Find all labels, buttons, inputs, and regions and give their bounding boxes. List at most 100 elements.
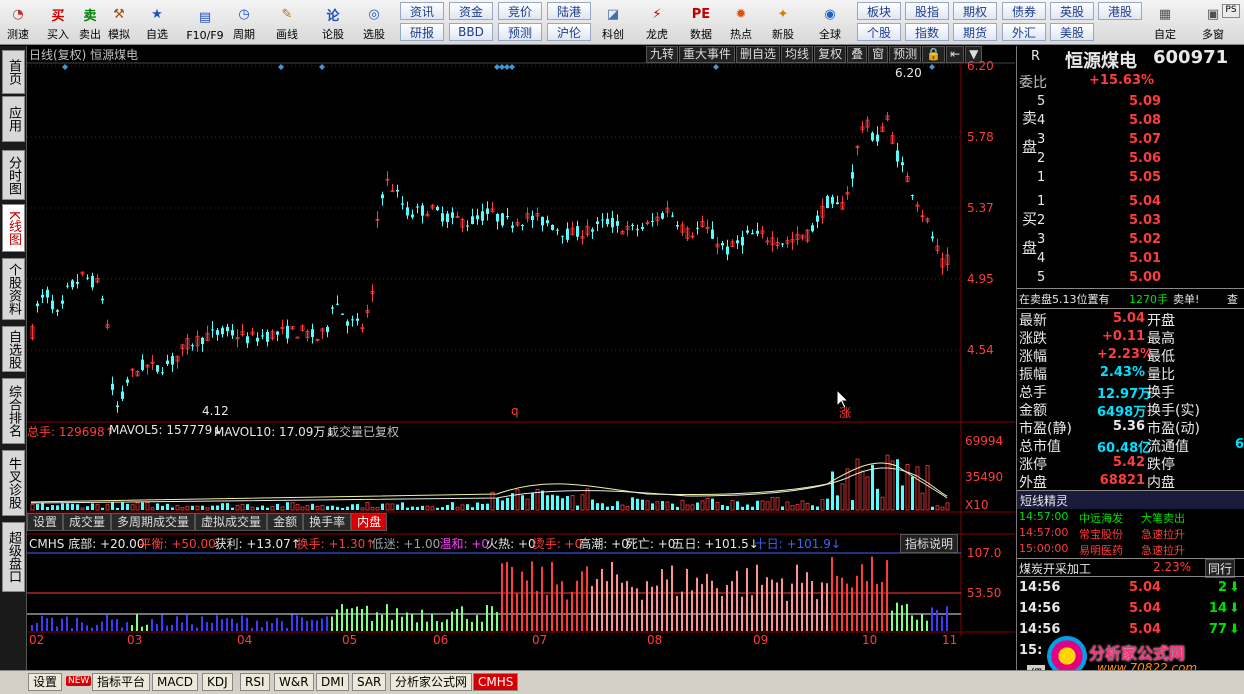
ind-bar-155 bbox=[806, 572, 808, 631]
toolbar-button-16[interactable]: ▦ 自定 bbox=[1150, 2, 1180, 42]
sidebar-tab-1[interactable]: 应用 bbox=[2, 96, 25, 142]
menu-9[interactable]: 港股 bbox=[1098, 2, 1142, 20]
r-badge: R bbox=[1031, 49, 1041, 64]
vol-bar-106 bbox=[561, 498, 564, 510]
chart-tool-6[interactable]: 窗 bbox=[868, 46, 889, 63]
bottom-tab-6[interactable]: DMI bbox=[316, 673, 350, 691]
stat-value-8: 5.42 bbox=[1112, 455, 1145, 470]
bottom-tab-2[interactable]: MACD bbox=[152, 673, 198, 691]
toolbar-button-7[interactable]: ✎ 画线 bbox=[272, 2, 302, 42]
menu2-5[interactable]: 指数 bbox=[905, 23, 949, 41]
ind-bar-77 bbox=[416, 622, 418, 631]
toolbar-button-3[interactable]: ⚒ 模拟 bbox=[104, 2, 134, 42]
toolbar-button-11[interactable]: ⚡ 龙虎 bbox=[642, 2, 672, 42]
quote-panel: R 恒源煤电 600971 委比 +15.63% 卖盘 买盘 5 5.09 4 5.08 3 5.07 2… bbox=[1016, 46, 1244, 682]
ask-level-1: 4 bbox=[1037, 113, 1046, 128]
vol-tab-1[interactable]: 成交量 bbox=[63, 513, 112, 531]
vol-tick-1: 35490 bbox=[965, 470, 1004, 484]
bottom-tab-4[interactable]: RSI bbox=[240, 673, 270, 691]
ind-bar-170 bbox=[881, 581, 883, 631]
ind-bar-18 bbox=[121, 627, 123, 631]
bottom-tab-3[interactable]: KDJ bbox=[202, 673, 233, 691]
candle-body-114 bbox=[601, 219, 604, 221]
vol-bar-149 bbox=[775, 497, 780, 511]
bottom-tab-5[interactable]: W&R bbox=[274, 673, 314, 691]
vol-tab-4[interactable]: 金额 bbox=[267, 513, 304, 531]
kline-chart-area[interactable]: 日线(复权) 恒源煤电 九转 重大事件 删自选 均线 复权叠窗预测 🔒 ⇤ ▼ 6.20 5.7… bbox=[27, 46, 1015, 679]
sidebar-tab-7[interactable]: 牛叉诊股 bbox=[2, 450, 25, 516]
sidebar-tab-4[interactable]: 个股资料 bbox=[2, 258, 25, 320]
candle-body-105 bbox=[556, 229, 559, 231]
menu-0[interactable]: 资讯 bbox=[400, 2, 444, 20]
vol-tab-0[interactable]: 设置 bbox=[27, 513, 64, 531]
menu-8[interactable]: 英股 bbox=[1050, 2, 1094, 20]
toolbar-button-0[interactable]: ◔ 测速 bbox=[3, 2, 33, 42]
chart-tool-5[interactable]: 叠 bbox=[847, 46, 868, 63]
vol-bar-166 bbox=[860, 470, 865, 511]
menu2-0[interactable]: 研报 bbox=[400, 23, 444, 41]
toolbar-button-4[interactable]: ★ 自选 bbox=[142, 2, 172, 42]
menu2-8[interactable]: 美股 bbox=[1050, 23, 1094, 41]
candle-body-164 bbox=[851, 172, 854, 179]
menu2-3[interactable]: 沪伦 bbox=[547, 23, 591, 41]
candle-body-53 bbox=[295, 336, 300, 339]
toolbar-button-1[interactable]: 买买入 bbox=[43, 2, 73, 42]
vol-bar-42 bbox=[240, 504, 245, 511]
menu2-1[interactable]: BBD bbox=[449, 23, 493, 41]
vol-bar-11 bbox=[86, 506, 89, 510]
toolbar-button-9[interactable]: ◎ 选股 bbox=[359, 2, 389, 42]
chart-tool-9[interactable]: ⇤ bbox=[946, 46, 965, 63]
chart-canvas[interactable] bbox=[27, 46, 1015, 679]
menu-5[interactable]: 股指 bbox=[905, 2, 949, 20]
ind-help-button[interactable]: 指标说明 bbox=[900, 534, 959, 553]
menu-4[interactable]: 板块 bbox=[857, 2, 901, 20]
vol-tab-6[interactable]: 内盘 bbox=[351, 513, 388, 531]
sidebar-tab-6[interactable]: 综合排名 bbox=[2, 378, 25, 444]
chart-tool-1[interactable]: 重大事件 bbox=[679, 46, 736, 63]
bottom-tab-7[interactable]: SAR bbox=[352, 673, 387, 691]
chart-tool-4[interactable]: 复权 bbox=[814, 46, 847, 63]
chart-tool-3[interactable]: 均线 bbox=[781, 46, 814, 63]
chart-tool-7[interactable]: 预测 bbox=[889, 46, 922, 63]
vol-bar-49 bbox=[276, 504, 279, 510]
sidebar-tab-8[interactable]: 超级盘口 bbox=[2, 522, 25, 592]
chart-tool-2[interactable]: 删自选 bbox=[736, 46, 781, 63]
toolbar-button-10[interactable]: ◪ 科创 bbox=[598, 2, 628, 42]
bottom-tab-9[interactable]: CMHS bbox=[473, 673, 519, 691]
candle-body-26 bbox=[161, 372, 164, 374]
vol-tab-5[interactable]: 换手率 bbox=[303, 513, 352, 531]
vol-bar-48 bbox=[270, 505, 275, 511]
menu-1[interactable]: 资金 bbox=[449, 2, 493, 20]
menu2-6[interactable]: 期货 bbox=[953, 23, 997, 41]
vol-tab-2[interactable]: 多周期成交量 bbox=[111, 513, 196, 531]
sidebar-tab-3[interactable]: K线图 bbox=[2, 204, 25, 252]
toolbar-button-6[interactable]: ◷ 周期 bbox=[229, 2, 259, 42]
ind-bar-120 bbox=[631, 587, 633, 631]
chart-tool-8[interactable]: 🔒 bbox=[922, 46, 946, 63]
month-tick-9: 11 bbox=[942, 633, 958, 647]
toolbar-button-5[interactable]: ▤ F10/F9 bbox=[185, 2, 225, 43]
sidebar-tab-0[interactable]: 首页 bbox=[2, 50, 25, 94]
menu2-7[interactable]: 外汇 bbox=[1002, 23, 1046, 41]
toolbar-button-12[interactable]: PE 数据 bbox=[686, 2, 716, 42]
menu-6[interactable]: 期权 bbox=[953, 2, 997, 20]
menu2-2[interactable]: 预测 bbox=[498, 23, 542, 41]
sidebar-tab-5[interactable]: 自选股 bbox=[2, 326, 25, 372]
toolbar-button-8[interactable]: 论论股 bbox=[318, 2, 348, 42]
toolbar-button-2[interactable]: 卖卖出 bbox=[75, 2, 105, 42]
menu-7[interactable]: 债券 bbox=[1002, 2, 1046, 20]
vol-tab-3[interactable]: 虚拟成交量 bbox=[195, 513, 268, 531]
bottom-tab-1[interactable]: 指标平台 bbox=[92, 673, 151, 691]
bottom-tab-0[interactable]: 设置 bbox=[28, 673, 63, 691]
candle-body-96 bbox=[511, 225, 514, 228]
menu-3[interactable]: 陆港 bbox=[547, 2, 591, 20]
bottom-tab-8[interactable]: 分析家公式网 bbox=[390, 673, 473, 691]
toolbar-button-15[interactable]: ◉ 全球 bbox=[815, 2, 845, 42]
stat-key-0: 最新 bbox=[1019, 313, 1047, 329]
sidebar-tab-2[interactable]: 分时图 bbox=[2, 150, 25, 200]
chart-tool-0[interactable]: 九转 bbox=[646, 46, 679, 63]
toolbar-button-13[interactable]: ✹ 热点 bbox=[726, 2, 756, 42]
toolbar-button-14[interactable]: ✦ 新股 bbox=[768, 2, 798, 42]
menu2-4[interactable]: 个股 bbox=[857, 23, 901, 41]
menu-2[interactable]: 竞价 bbox=[498, 2, 542, 20]
